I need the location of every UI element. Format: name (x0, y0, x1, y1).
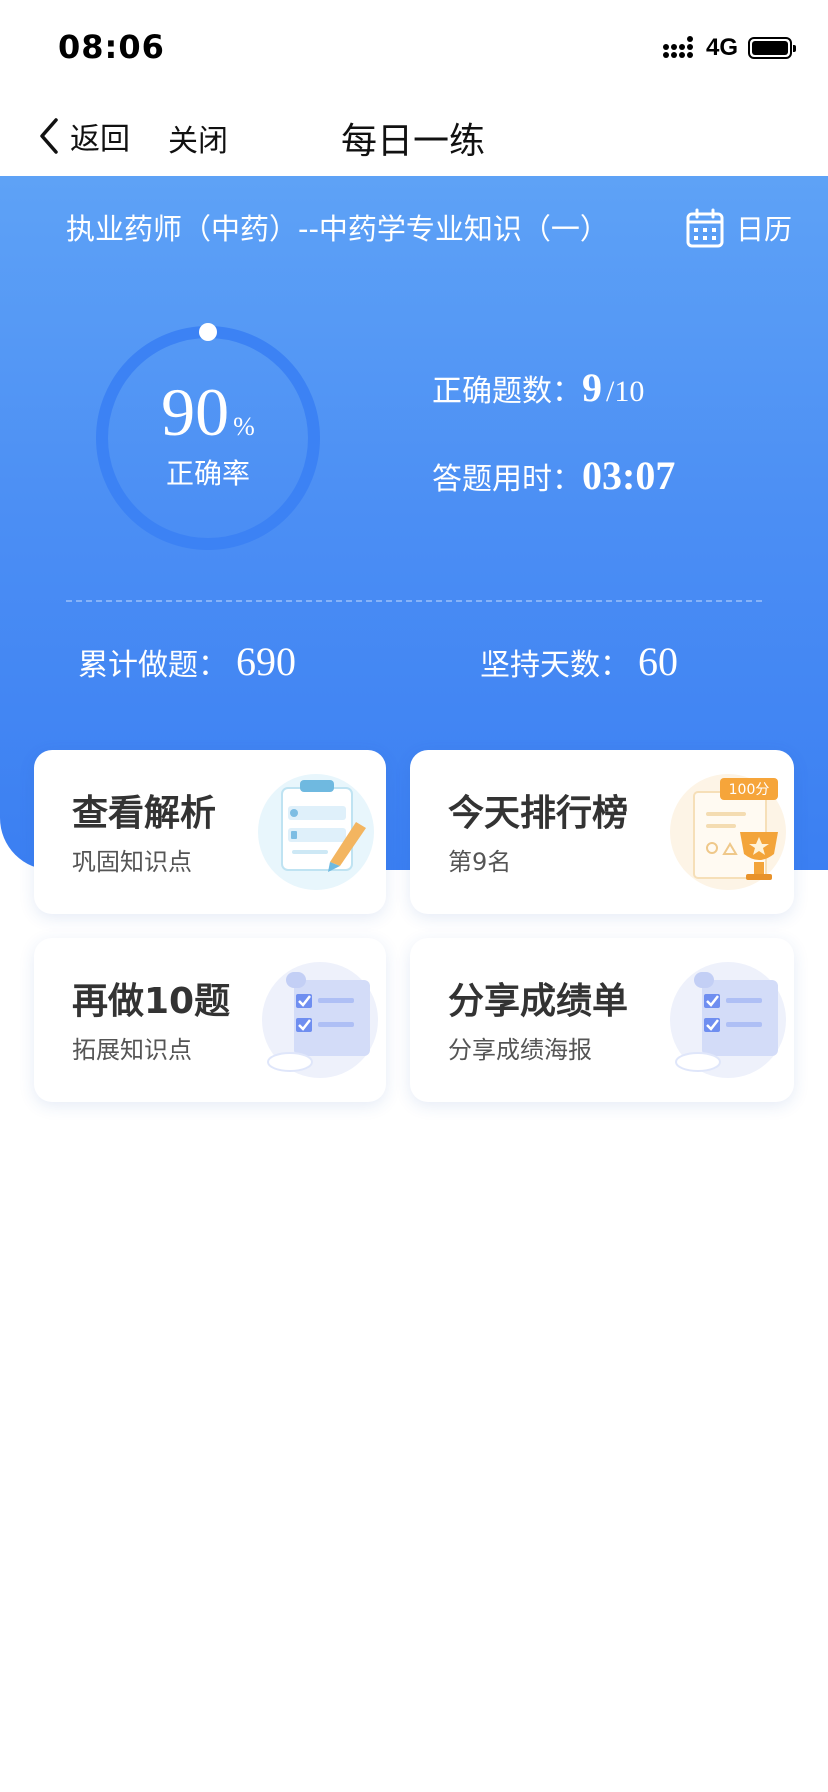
card-title: 查看解析 (72, 793, 217, 834)
streak-days-value: 60 (638, 639, 678, 684)
dashed-divider (66, 600, 762, 602)
daily-practice-page: 08:06 4G 返回 关闭 每日一练 执业药师（中药）--中药学专业知识（一） (0, 0, 828, 1792)
total-questions: 累计做题： 690 (78, 638, 296, 685)
network-type: 4G (705, 34, 738, 61)
answer-duration: 答题用时： 03:07 (432, 452, 675, 499)
ranking-card[interactable]: 今天排行榜 第9名 100分 (410, 750, 794, 914)
total-questions-label: 累计做题： (78, 648, 228, 683)
streak-days-label: 坚持天数： (480, 648, 630, 683)
accuracy-value-group: 90% (90, 378, 326, 446)
status-time: 08:06 (58, 28, 165, 66)
card-subtitle: 第9名 (448, 848, 512, 876)
signal-icon (662, 36, 693, 58)
status-indicators: 4G (662, 34, 796, 62)
accuracy-ring-marker (199, 323, 217, 341)
battery-icon (748, 37, 796, 59)
share-report-card[interactable]: 分享成绩单 分享成绩海报 (410, 938, 794, 1102)
course-name: 执业药师（中药）--中药学专业知识（一） (66, 212, 609, 246)
trophy-icon: 100分 (670, 774, 786, 890)
nav-bar: 返回 关闭 每日一练 (0, 96, 828, 176)
answer-duration-label: 答题用时： (432, 462, 582, 497)
correct-count-total: /10 (606, 375, 645, 408)
page-title-text: 每日一练 (340, 121, 485, 162)
calendar-button[interactable]: 日历 (686, 208, 792, 248)
streak-days: 坚持天数： 60 (480, 638, 678, 685)
checklist-scroll-icon (670, 962, 786, 1078)
card-title: 分享成绩单 (448, 981, 629, 1022)
accuracy-value: 90 (161, 374, 230, 450)
accuracy-label: 正确率 (165, 457, 250, 490)
card-title: 再做10题 (72, 981, 231, 1022)
card-subtitle: 巩固知识点 (72, 848, 192, 876)
status-bar: 08:06 4G (0, 0, 828, 96)
view-analysis-card[interactable]: 查看解析 巩固知识点 (34, 750, 386, 914)
correct-count: 正确题数： 9 /10 (432, 364, 644, 411)
answer-duration-value: 03:07 (582, 453, 676, 498)
correct-count-label: 正确题数： (432, 374, 582, 409)
correct-count-value: 9 (582, 365, 602, 410)
card-subtitle: 拓展知识点 (72, 1036, 192, 1064)
redo-questions-card[interactable]: 再做10题 拓展知识点 (34, 938, 386, 1102)
score-badge: 100分 (729, 782, 770, 798)
clipboard-form-icon (258, 774, 374, 890)
calendar-label: 日历 (735, 213, 792, 246)
calendar-icon (686, 208, 724, 248)
card-title: 今天排行榜 (448, 793, 629, 834)
total-questions-value: 690 (236, 639, 296, 684)
checklist-scroll-icon (262, 962, 378, 1078)
accuracy-unit: % (233, 412, 255, 441)
card-subtitle: 分享成绩海报 (448, 1036, 592, 1064)
accuracy-ring: 90% 正确率 (90, 320, 326, 556)
page-title: 每日一练 (0, 112, 828, 164)
